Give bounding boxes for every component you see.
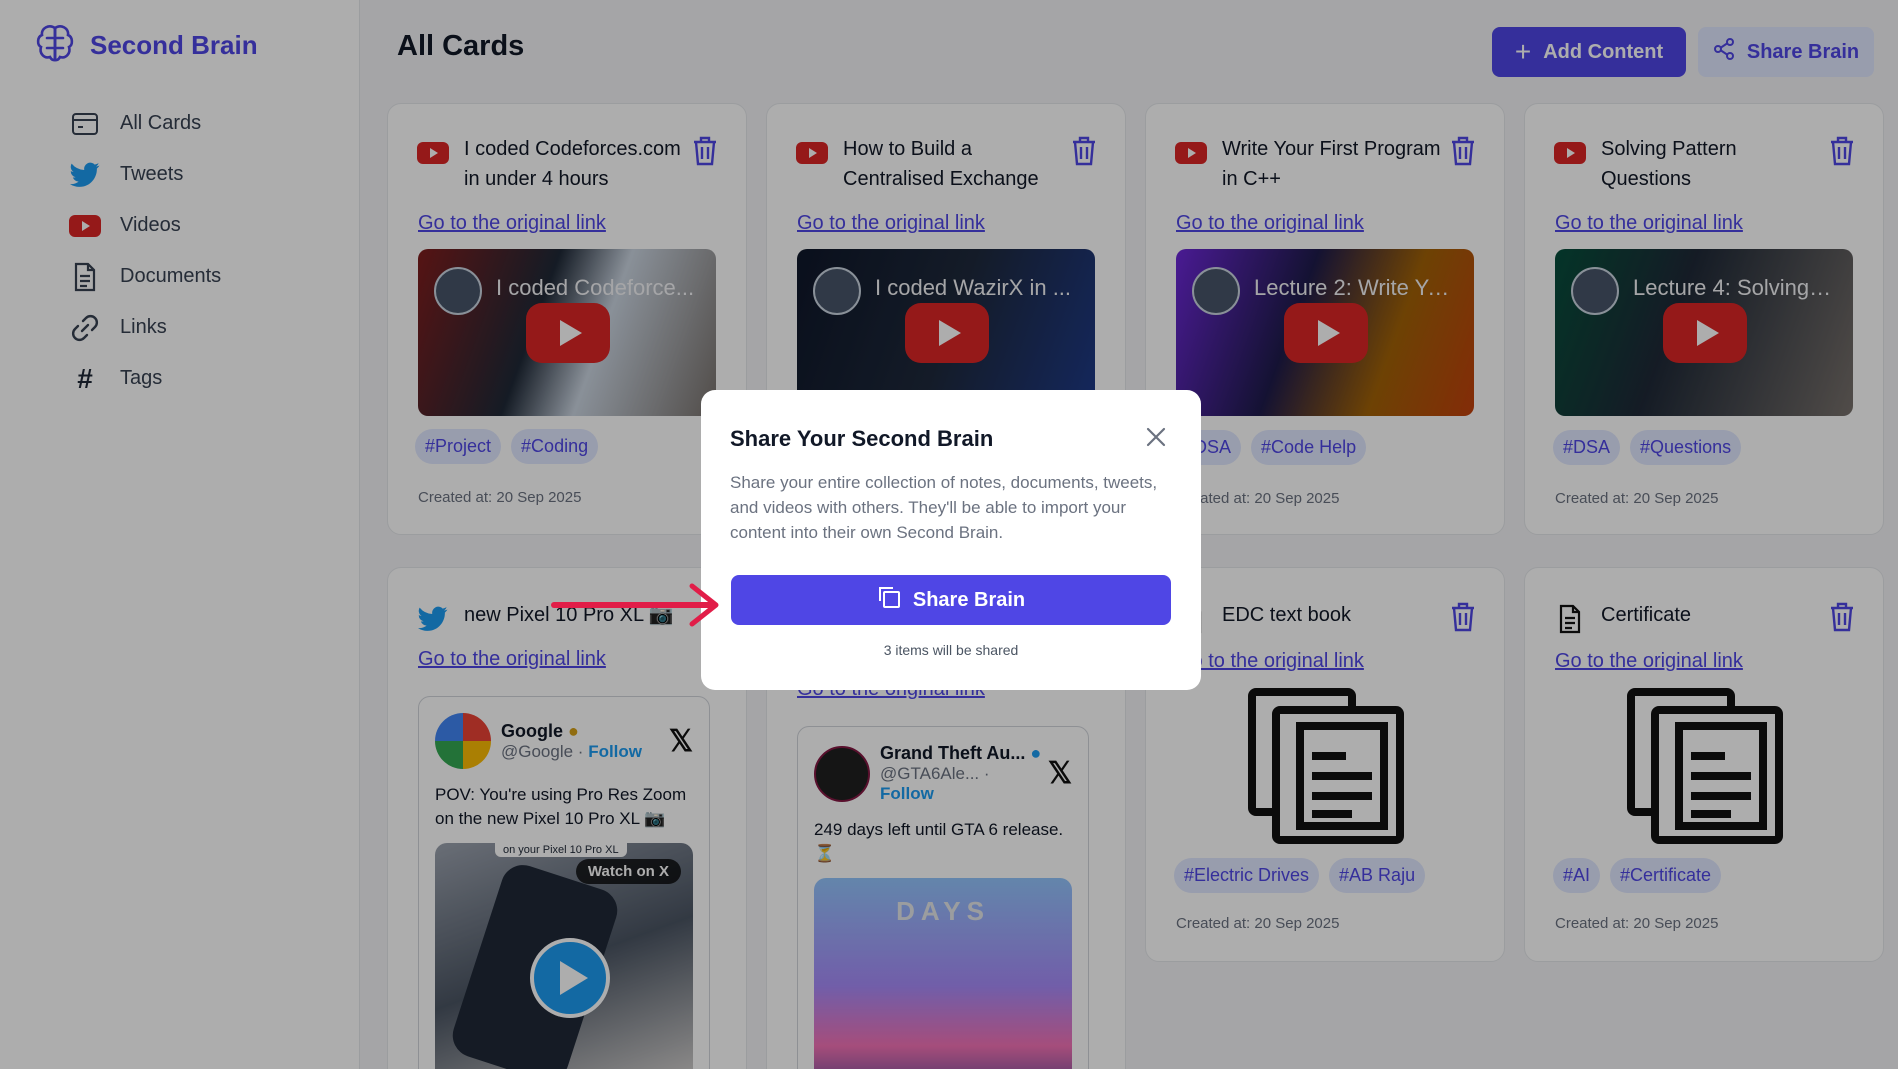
modal-title: Share Your Second Brain xyxy=(730,426,994,451)
close-icon[interactable] xyxy=(1145,426,1171,452)
share-modal: Share Your Second Brain Share your entir… xyxy=(701,390,1201,690)
items-shared-note: 3 items will be shared xyxy=(883,642,1019,658)
copy-icon xyxy=(877,585,901,615)
modal-share-brain-button[interactable]: Share Brain xyxy=(731,575,1171,625)
annotation-arrow-icon xyxy=(551,583,719,627)
modal-share-label: Share Brain xyxy=(912,588,1026,611)
modal-description: Share your entire collection of notes, d… xyxy=(730,473,1158,542)
